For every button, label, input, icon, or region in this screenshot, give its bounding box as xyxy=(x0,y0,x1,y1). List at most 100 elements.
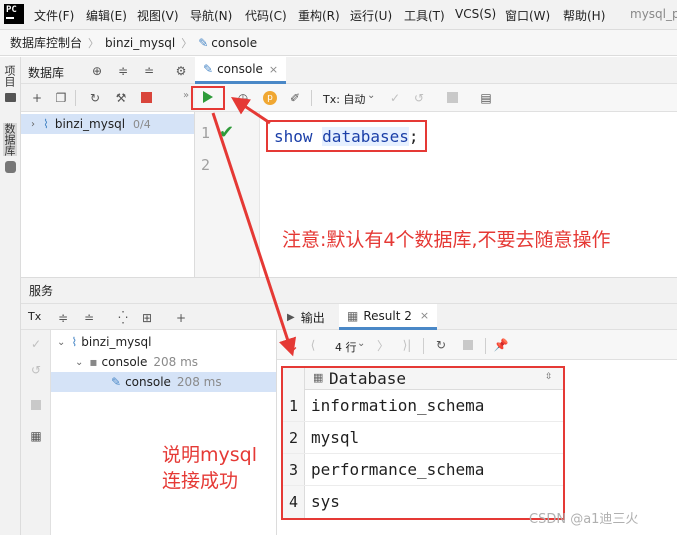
tree-item-console[interactable]: ✎ console 208 ms xyxy=(51,372,276,392)
editor-tab-bar: ✎ console × xyxy=(195,57,677,84)
annotation-success-line2: 连接成功 xyxy=(162,470,239,492)
menu-window[interactable]: 窗口(W) xyxy=(505,7,550,24)
add-icon[interactable]: + xyxy=(29,90,45,106)
collapse-all-icon[interactable]: ≐ xyxy=(141,63,157,79)
tree-item-binzi-mysql[interactable]: ⌄ ⌇ binzi_mysql xyxy=(57,332,151,352)
tab-project[interactable]: 项目 xyxy=(3,65,17,87)
menu-edit[interactable]: 编辑(E) xyxy=(86,7,127,24)
tx-mode-select[interactable]: Tx: 自动 xyxy=(323,91,365,107)
editor-gutter: 1 ✔ 2 xyxy=(195,112,260,277)
last-page-icon[interactable]: ⟩| xyxy=(399,337,415,353)
commit-icon[interactable]: ✓ xyxy=(387,90,403,106)
parameters-icon[interactable]: p xyxy=(263,91,277,105)
services-side-toolbar: ✓ ↺ ▦ xyxy=(21,330,51,535)
run-icon[interactable] xyxy=(203,91,213,103)
tx-mode-button[interactable]: Tx xyxy=(28,310,41,323)
commit-icon[interactable]: ✓ xyxy=(28,336,44,352)
tab-output[interactable]: ▶ 输出 xyxy=(287,309,325,326)
chevron-right-icon[interactable]: › xyxy=(31,119,35,130)
chevron-down-icon[interactable]: ⌄ xyxy=(57,337,65,348)
code-editor[interactable]: show databases ; xyxy=(260,112,677,277)
table-cell[interactable]: mysql xyxy=(311,428,359,447)
close-icon[interactable]: × xyxy=(269,63,278,76)
line-number: 1 xyxy=(201,124,211,142)
stop-icon[interactable] xyxy=(447,92,458,103)
expand-all-icon[interactable]: ≑ xyxy=(55,310,71,326)
table-cell[interactable]: sys xyxy=(311,492,340,511)
services-panel-header: 服务 xyxy=(21,277,677,304)
menu-run[interactable]: 运行(U) xyxy=(350,7,392,24)
row-number: 1 xyxy=(283,390,305,421)
collapse-all-icon[interactable]: ≐ xyxy=(81,310,97,326)
rollback-icon[interactable]: ↺ xyxy=(28,362,44,378)
layout-icon[interactable]: ▤ xyxy=(478,90,494,106)
breadcrumb-item-console[interactable]: console xyxy=(211,36,257,50)
tab-database[interactable]: 数据库 xyxy=(3,123,17,156)
sql-console-icon: ✎ xyxy=(203,62,214,76)
chevron-down-icon[interactable]: ⌄ xyxy=(367,90,375,101)
menu-help[interactable]: 帮助(H) xyxy=(563,7,605,24)
schema-settings-icon[interactable]: ⚒ xyxy=(113,90,129,106)
menu-tools[interactable]: 工具(T) xyxy=(404,7,445,24)
tree-item-binzi-mysql[interactable]: › ⌇ binzi_mysql 0/4 xyxy=(21,114,194,134)
history-icon[interactable]: ◷ xyxy=(235,90,251,106)
gear-icon[interactable]: ⚙ xyxy=(173,63,189,79)
output-icon: ▶ xyxy=(287,312,295,323)
sort-icon[interactable]: ⇳ xyxy=(545,372,553,382)
chevron-down-icon[interactable]: ⌄ xyxy=(75,357,83,368)
table-row[interactable]: 2 mysql xyxy=(283,422,563,454)
table-row[interactable]: 3 performance_schema xyxy=(283,454,563,486)
stop-icon[interactable] xyxy=(463,340,473,350)
menu-bar: PC 文件(F) 编辑(E) 视图(V) 导航(N) 代码(C) 重构(R) 运… xyxy=(0,0,677,30)
table-cell[interactable]: performance_schema xyxy=(311,460,484,479)
menu-file[interactable]: 文件(F) xyxy=(34,7,74,24)
close-icon[interactable]: × xyxy=(420,309,429,322)
chevron-down-icon[interactable]: ⌄ xyxy=(357,338,365,349)
refresh-icon[interactable]: ↻ xyxy=(87,90,103,106)
table-cell[interactable]: information_schema xyxy=(311,396,484,415)
row-number: 2 xyxy=(283,422,305,453)
table-icon: ▦ xyxy=(347,308,359,323)
overflow-chevron-icon[interactable]: » xyxy=(183,90,189,101)
execution-time: 208 ms xyxy=(176,375,222,389)
tab-console-label: console xyxy=(217,62,263,76)
database-panel-header: 数据库 ⊕ ≑ ≐ ⚙ xyxy=(21,57,195,84)
stop-icon[interactable] xyxy=(141,92,152,103)
tab-console[interactable]: ✎ console × xyxy=(195,57,287,84)
table-row[interactable]: 1 information_schema xyxy=(283,390,563,422)
breadcrumb-item-datasource[interactable]: binzi_mysql xyxy=(105,36,175,50)
refresh-icon[interactable]: ↻ xyxy=(433,337,449,353)
chevron-right-icon: 〉 xyxy=(181,36,193,50)
services-tree: ⌄ ⌇ binzi_mysql ⌄ ▪ console 208 ms ✎ con… xyxy=(51,330,277,535)
breadcrumb-item-console-root[interactable]: 数据库控制台 xyxy=(10,34,82,51)
tab-result[interactable]: ▦ Result 2 × xyxy=(339,304,438,330)
layout-icon[interactable]: ▦ xyxy=(28,428,44,444)
app-logo: PC xyxy=(4,4,24,24)
wrench-icon[interactable]: ✐ xyxy=(287,90,303,106)
sql-statement[interactable]: show databases ; xyxy=(266,120,427,152)
rollback-icon[interactable]: ↺ xyxy=(411,90,427,106)
result-toolbar: ↓ ⟨ 4 行 ⌄ 〉 ⟩| ↻ 📌 xyxy=(277,330,677,360)
add-icon[interactable]: + xyxy=(173,310,189,326)
next-page-icon[interactable]: 〉 xyxy=(375,337,391,353)
sql-terminator: ; xyxy=(408,126,419,146)
first-page-icon[interactable]: ⟨ xyxy=(305,337,321,353)
table-row[interactable]: 4 sys xyxy=(283,486,563,518)
row-count-select[interactable]: 4 行 xyxy=(335,339,357,355)
menu-vcs[interactable]: VCS(S) xyxy=(455,7,496,21)
menu-view[interactable]: 视图(V) xyxy=(137,7,179,24)
annotation-note: 注意:默认有4个数据库,不要去随意操作 xyxy=(282,229,611,251)
expand-all-icon[interactable]: ≑ xyxy=(115,63,131,79)
tree-item-session[interactable]: ⌄ ▪ console 208 ms xyxy=(75,352,198,372)
group-icon[interactable]: ⁛ xyxy=(115,310,131,326)
pin-icon[interactable]: 📌 xyxy=(493,337,509,353)
execution-time: 208 ms xyxy=(153,355,199,369)
crosshair-icon[interactable]: ⊕ xyxy=(89,63,105,79)
menu-code[interactable]: 代码(C) xyxy=(245,7,287,24)
stop-icon[interactable] xyxy=(31,400,41,410)
menu-refactor[interactable]: 重构(R) xyxy=(298,7,340,24)
filter-icon[interactable]: ⊞ xyxy=(139,310,155,326)
column-header-database[interactable]: Database xyxy=(329,369,406,388)
menu-navigate[interactable]: 导航(N) xyxy=(190,7,232,24)
copy-icon[interactable]: ❐ xyxy=(53,90,69,106)
